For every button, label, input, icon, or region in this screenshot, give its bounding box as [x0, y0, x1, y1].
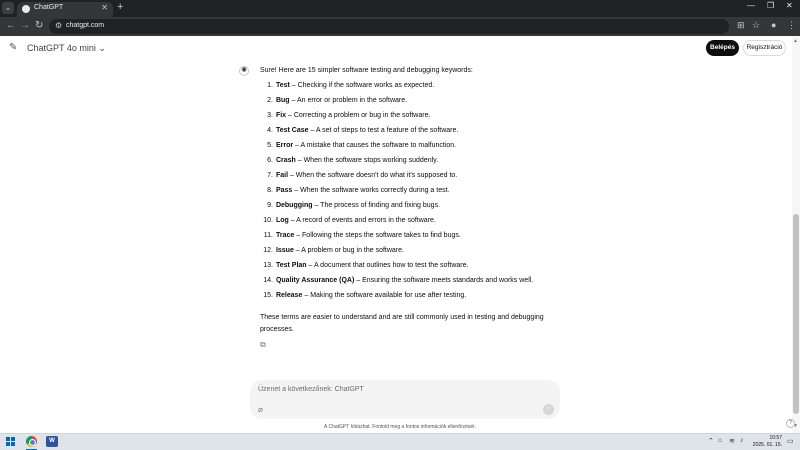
back-button[interactable]: ← [6, 20, 16, 31]
tab-title: ChatGPT [34, 4, 64, 11]
chatgpt-logo-icon: ✺ [239, 66, 249, 76]
profile-icon[interactable]: ● [771, 20, 776, 30]
copy-icon[interactable]: ⧉ [260, 340, 266, 350]
list-item: 1. Test – Checking if the software works… [267, 82, 435, 89]
tab-close-icon[interactable]: ✕ [101, 3, 108, 12]
message-intro: Sure! Here are 15 simpler software testi… [260, 67, 473, 74]
list-item: 12. Issue – A problem or bug in the soft… [263, 247, 404, 254]
chrome-taskbar-icon[interactable] [26, 436, 37, 447]
paperclip-icon[interactable]: ⌀ [258, 405, 263, 414]
network-icon[interactable]: ⌂ [718, 437, 722, 444]
page-scrollbar[interactable]: ▲ ▼ [792, 36, 800, 433]
clock-time: 10:57 [769, 435, 782, 441]
url-text[interactable]: chatgpt.com [66, 22, 104, 29]
word-taskbar-icon[interactable]: W [46, 436, 58, 447]
chatgpt-favicon-icon [22, 5, 30, 13]
disclaimer-text: A ChatGPT hibázhat. Fontold meg a fontos… [324, 424, 476, 430]
site-info-icon[interactable]: ⚙ [55, 21, 62, 30]
register-button[interactable]: Regisztráció [743, 40, 786, 56]
translate-icon[interactable]: ⊞ [737, 20, 745, 31]
volume-icon[interactable]: ♪ [740, 437, 744, 444]
address-bar[interactable]: ⚙ chatgpt.com [49, 19, 729, 34]
scroll-up-icon[interactable]: ▲ [793, 38, 798, 44]
forward-button[interactable]: → [20, 20, 30, 31]
reload-button[interactable]: ↻ [35, 20, 43, 31]
list-item: 7. Fail – When the software doesn't do w… [267, 172, 458, 179]
browser-menu-icon[interactable]: ⋮ [787, 20, 796, 31]
bookmark-star-icon[interactable]: ☆ [752, 20, 760, 31]
list-item: 14. Quality Assurance (QA) – Ensuring th… [263, 277, 534, 284]
message-outro: These terms are easier to understand and… [260, 314, 544, 333]
minimize-icon[interactable]: — [747, 1, 755, 10]
send-button[interactable]: ↑ [543, 404, 554, 415]
login-button[interactable]: Belépés [706, 40, 739, 56]
tab-search-icon[interactable]: ⌄ [2, 2, 14, 14]
list-item: 3. Fix – Correcting a problem or bug in … [267, 112, 431, 119]
windows-taskbar: W ⌃ ⌂ ≋ ♪ 10:57 2025. 01. 15. ▭ [0, 433, 800, 450]
tab-chatgpt[interactable]: ChatGPT ✕ [17, 2, 113, 17]
list-item: 13. Test Plan – A document that outlines… [263, 262, 469, 269]
list-item: 5. Error – A mistake that causes the sof… [267, 142, 457, 149]
list-item: 15. Release – Making the software availa… [263, 292, 467, 299]
list-item: 2. Bug – An error or problem in the soft… [267, 97, 408, 104]
list-item: 8. Pass – When the software works correc… [267, 187, 450, 194]
browser-toolbar: ← → ↻ ⚙ chatgpt.com ⊞ ☆ ● ⋮ [0, 17, 800, 36]
model-selector[interactable]: ChatGPT 4o mini ⌄ [27, 43, 106, 54]
list-item: 9. Debugging – The process of finding an… [267, 202, 441, 209]
message-input[interactable]: Üzenet a következőnek: ChatGPT [258, 386, 364, 393]
taskbar-clock[interactable]: 10:57 2025. 01. 15. [752, 435, 782, 449]
browser-tabstrip: ⌄ ChatGPT ✕ + — ❐ ✕ [0, 0, 800, 17]
list-item: 6. Crash – When the software stops worki… [267, 157, 439, 164]
scrollbar-thumb[interactable] [793, 214, 799, 414]
clock-date: 2025. 01. 15. [752, 442, 782, 448]
tray-chevron-icon[interactable]: ⌃ [708, 437, 714, 445]
restore-icon[interactable]: ❐ [767, 1, 774, 10]
wifi-icon[interactable]: ≋ [729, 437, 735, 445]
message-composer[interactable]: Üzenet a következőnek: ChatGPT ⌀ ↑ [250, 380, 560, 419]
notifications-icon[interactable]: ▭ [787, 437, 794, 445]
list-item: 4. Test Case – A set of steps to test a … [267, 127, 459, 134]
new-chat-edit-icon[interactable]: ✎ [9, 42, 17, 53]
list-item: 11. Trace – Following the steps the soft… [263, 232, 461, 239]
windows-start-icon[interactable] [6, 437, 16, 447]
help-button[interactable]: ? [786, 419, 795, 428]
new-tab-button[interactable]: + [117, 1, 123, 13]
list-item: 10. Log – A record of events and errors … [263, 217, 436, 224]
close-window-icon[interactable]: ✕ [786, 1, 793, 10]
chat-header: ✎ ChatGPT 4o mini ⌄ Belépés Regisztráció [0, 36, 792, 60]
